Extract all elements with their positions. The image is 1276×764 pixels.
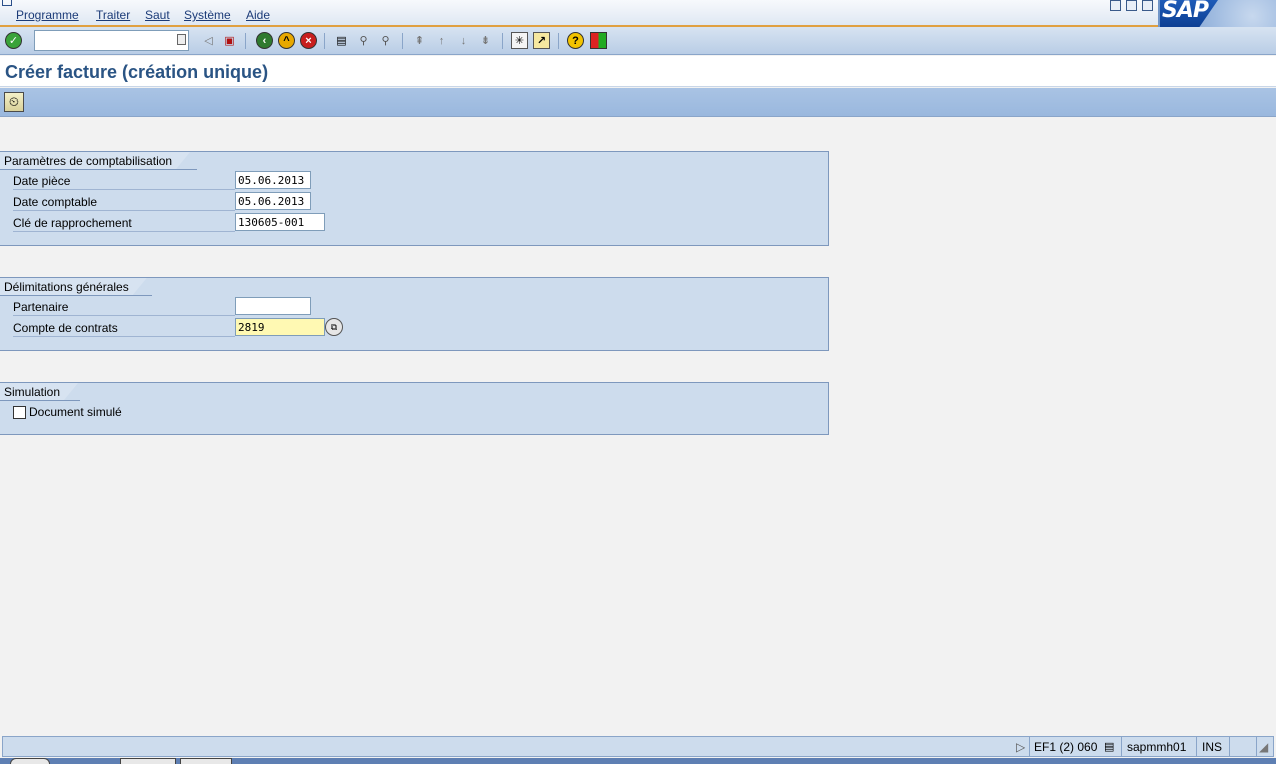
simulation-group: Simulation Document simulé (0, 382, 829, 435)
first-page-icon[interactable]: ⇞ (411, 32, 428, 49)
date-post-label: Date comptable (13, 192, 235, 211)
general-limits-title: Délimitations générales (0, 278, 147, 295)
posting-parameters-title: Paramètres de comptabilisation (0, 152, 190, 169)
last-page-icon[interactable]: ⇟ (477, 32, 494, 49)
partner-label: Partenaire (13, 297, 235, 316)
value-help-icon[interactable]: ⧉ (325, 318, 343, 336)
previous-page-icon[interactable]: ↑ (433, 32, 450, 49)
taskbar (0, 758, 1276, 764)
new-session-icon[interactable]: ✳ (511, 32, 528, 49)
date-doc-field[interactable]: 05.06.2013 (235, 171, 311, 189)
find-next-icon[interactable]: ⚲ (377, 32, 394, 49)
shortcut-icon[interactable]: ↗ (533, 32, 550, 49)
menu-systeme[interactable]: Système (184, 8, 231, 22)
recon-key-label: Clé de rapprochement (13, 213, 235, 232)
command-history-icon[interactable] (177, 34, 186, 45)
exit-icon[interactable]: ^ (278, 32, 295, 49)
find-icon[interactable]: ⚲ (355, 32, 372, 49)
status-bar: ▷ EF1 (2) 060 ▤ sapmmh01 INS ◢ (2, 736, 1274, 757)
recon-key-field[interactable]: 130605-001 (235, 213, 325, 231)
taskbar-item-2[interactable] (180, 758, 232, 764)
status-system: EF1 (2) 060 (1034, 740, 1098, 754)
menu-traiter[interactable]: Traiter (96, 8, 130, 22)
back-arrow-icon[interactable]: ◁ (200, 32, 217, 49)
date-doc-label: Date pièce (13, 171, 235, 190)
back-icon[interactable]: ‹ (256, 32, 273, 49)
contract-account-label: Compte de contrats (13, 318, 235, 337)
partner-field[interactable] (235, 297, 311, 315)
posting-parameters-group: Paramètres de comptabilisation Date pièc… (0, 151, 829, 246)
title-bar: Créer facture (création unique) (0, 56, 1276, 87)
next-page-icon[interactable]: ↓ (455, 32, 472, 49)
execute-icon[interactable]: ⏲ (4, 92, 24, 112)
simulation-title: Simulation (0, 383, 78, 400)
start-button[interactable] (10, 758, 50, 764)
date-post-field[interactable]: 05.06.2013 (235, 192, 311, 210)
system-menu-icon[interactable] (2, 0, 12, 6)
save-icon[interactable]: ▣ (221, 32, 238, 49)
contract-account-field[interactable]: 2819 (235, 318, 325, 336)
simulated-document-label: Document simulé (29, 405, 122, 419)
status-expand-icon[interactable]: ▷ (1016, 740, 1025, 754)
menu-saut[interactable]: Saut (145, 8, 170, 22)
customize-layout-icon[interactable] (590, 32, 607, 49)
application-toolbar: ⏲ (0, 88, 1276, 117)
close-window-icon[interactable] (1142, 0, 1153, 11)
resize-grip-icon[interactable]: ◢ (1259, 740, 1268, 754)
sap-logo: SAP (1158, 0, 1276, 27)
help-icon[interactable]: ? (567, 32, 584, 49)
standard-toolbar: ✓ ◁ ▣ ‹ ^ × ▤ ⚲ ⚲ ⇞ ↑ ↓ ⇟ ✳ ↗ ? (0, 27, 1276, 55)
menu-aide[interactable]: Aide (246, 8, 270, 22)
minimize-icon[interactable] (1110, 0, 1121, 11)
status-server: sapmmh01 (1127, 740, 1187, 754)
general-limits-group: Délimitations générales Partenaire Compt… (0, 277, 829, 351)
page-title: Créer facture (création unique) (5, 62, 269, 82)
enter-icon[interactable]: ✓ (5, 32, 22, 49)
command-field[interactable] (34, 30, 189, 51)
menu-programme[interactable]: Programme (16, 8, 79, 22)
simulated-document-checkbox[interactable] (13, 406, 26, 419)
status-mode: INS (1202, 740, 1223, 754)
status-system-info-icon[interactable]: ▤ (1104, 740, 1114, 753)
sap-logo-text: SAP (1162, 0, 1209, 23)
taskbar-item-1[interactable] (120, 758, 176, 764)
print-icon[interactable]: ▤ (333, 32, 350, 49)
restore-icon[interactable] (1126, 0, 1137, 11)
cancel-icon[interactable]: × (300, 32, 317, 49)
menu-bar: Programme Traiter Saut Système Aide SAP (0, 0, 1276, 27)
